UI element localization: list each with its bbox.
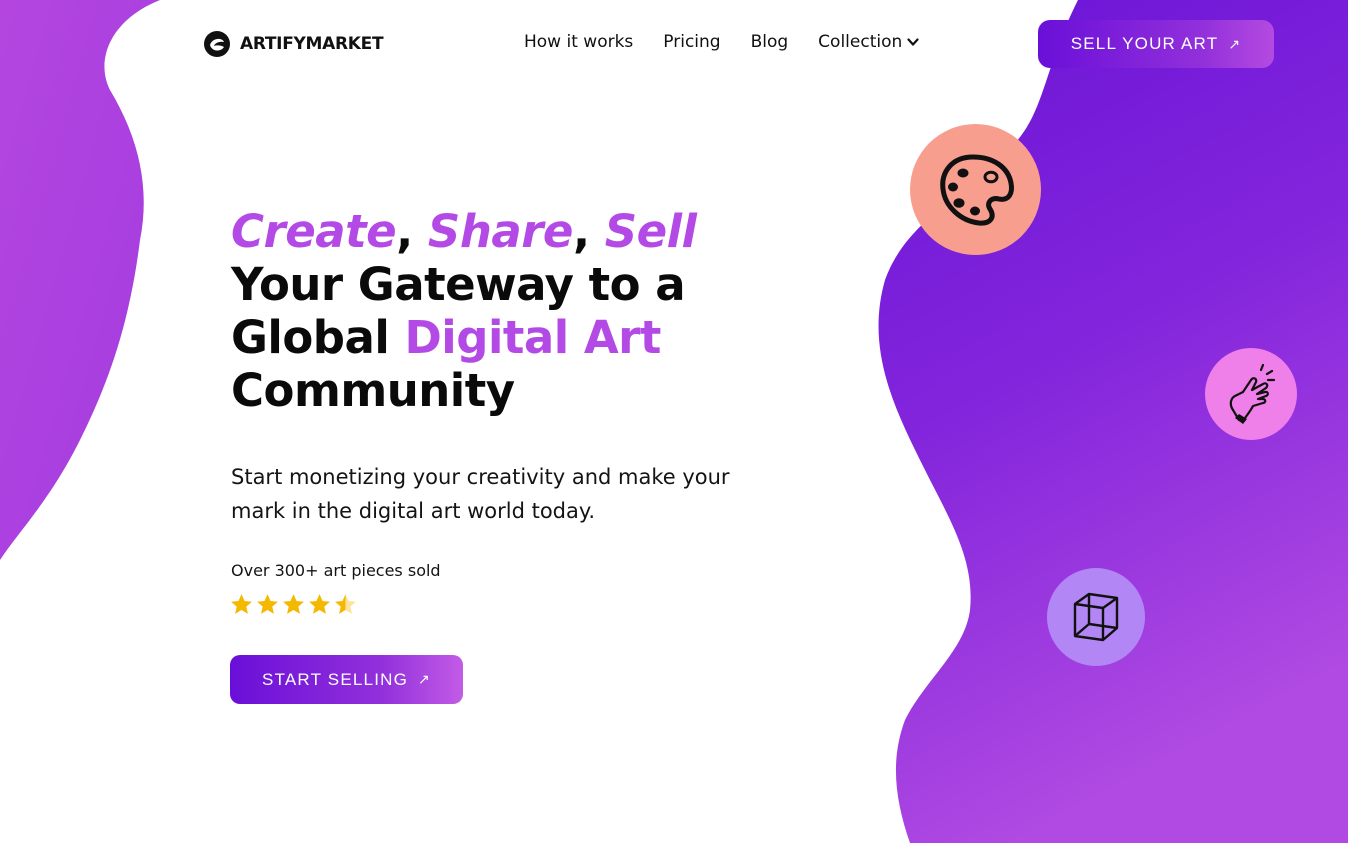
brand-logo[interactable]: ARTIFYMARKET — [203, 30, 384, 58]
social-proof-text: Over 300+ art pieces sold — [231, 561, 441, 580]
left-blob — [0, 0, 160, 560]
rating-stars — [229, 592, 358, 617]
star-icon — [257, 594, 278, 614]
background-shapes — [0, 0, 1348, 843]
star-icon — [283, 594, 304, 614]
3d-cube-icon — [1073, 592, 1119, 642]
headline-global: Global — [231, 311, 405, 364]
headline-comma-1: , — [396, 205, 428, 258]
palette-icon — [939, 154, 1014, 226]
headline-create: Create — [231, 205, 397, 258]
star-icon — [309, 594, 330, 614]
sell-your-art-button[interactable]: SELL YOUR ART ↗ — [1038, 20, 1274, 68]
star-icon — [231, 594, 252, 614]
nav-blog[interactable]: Blog — [751, 32, 789, 52]
half-star-icon — [335, 594, 356, 614]
cube-bubble — [1047, 568, 1145, 666]
nav-collection-dropdown[interactable]: Collection — [818, 32, 920, 52]
chevron-down-icon — [907, 38, 919, 46]
headline-comma-2: , — [572, 205, 605, 258]
headline-sell: Sell — [604, 205, 697, 258]
hero-headline: Create, Share, Sell Your Gateway to a Gl… — [231, 205, 791, 417]
headline-community: Community — [231, 364, 515, 417]
start-selling-label: START SELLING — [262, 669, 409, 689]
palette-bubble — [910, 124, 1041, 255]
hero-subtitle: Start monetizing your creativity and mak… — [231, 465, 730, 523]
main-nav: How it works Pricing Blog Collection — [524, 32, 920, 52]
logo-mark-icon — [204, 31, 230, 57]
snapping-fingers-icon — [1229, 363, 1276, 424]
hand-bubble — [1205, 348, 1297, 440]
headline-digital-art: Digital Art — [404, 311, 661, 364]
nav-collection-label: Collection — [818, 32, 903, 52]
arrow-up-right-icon: ↗ — [1228, 35, 1242, 52]
hero-headline-block: Create, Share, Sell Your Gateway to a Gl… — [231, 205, 791, 417]
nav-how-it-works[interactable]: How it works — [524, 32, 633, 52]
headline-share: Share — [427, 205, 574, 258]
arrow-up-right-icon: ↗ — [418, 671, 431, 687]
sell-your-art-label: SELL YOUR ART — [1070, 34, 1219, 53]
nav-pricing[interactable]: Pricing — [663, 32, 720, 52]
headline-line-2: Your Gateway to a — [231, 258, 686, 311]
brand-name: ARTIFYMARKET — [240, 34, 384, 54]
start-selling-button[interactable]: START SELLING ↗ — [230, 655, 463, 704]
